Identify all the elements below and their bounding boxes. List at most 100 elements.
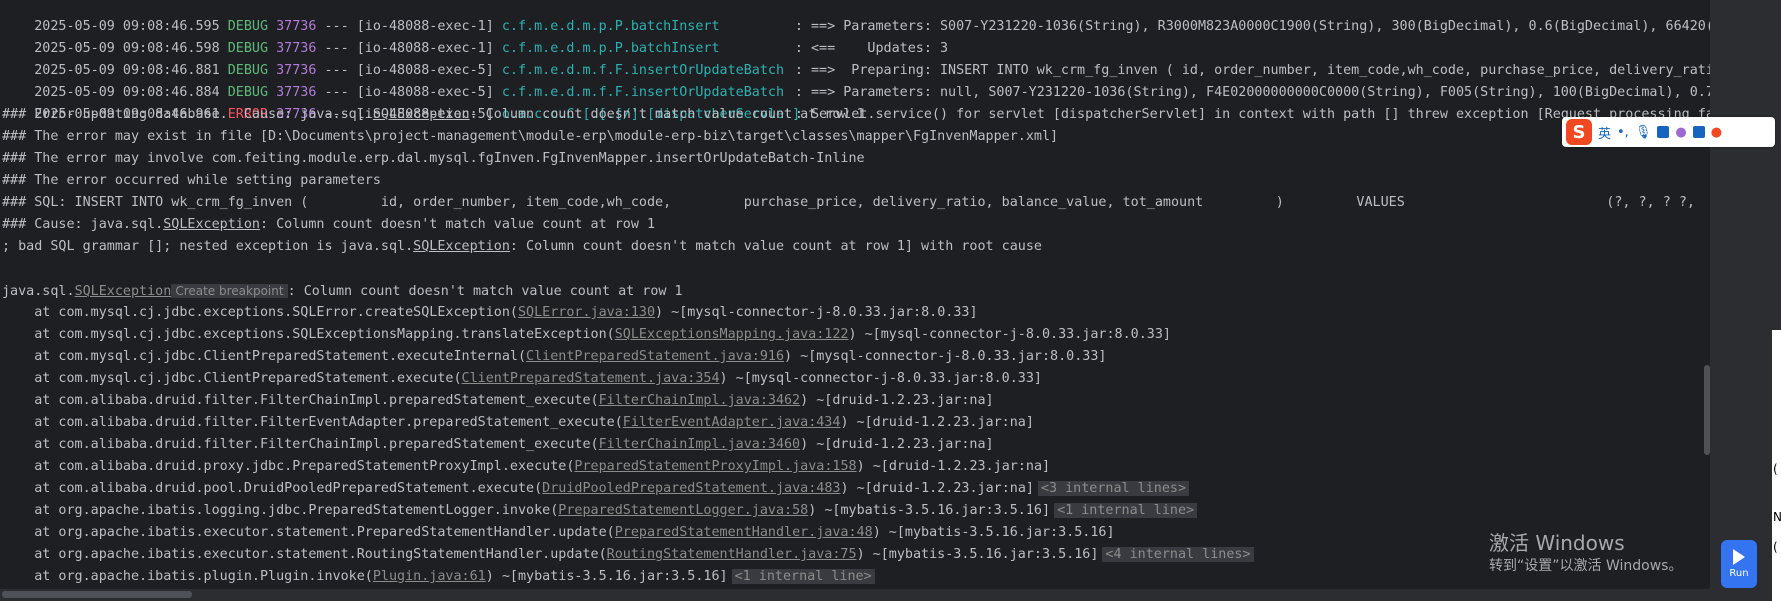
edge-glyph: ( (1773, 462, 1778, 476)
frame-jar: ) ~[mybatis-3.5.16.jar:3.5.16] (856, 547, 1099, 562)
play-icon (1733, 549, 1745, 565)
mascot-icon[interactable]: ● (1711, 125, 1722, 140)
frame-method: at com.mysql.cj.jdbc.exceptions.SQLExcep… (2, 327, 615, 342)
activate-windows-subtitle: 转到“设置”以激活 Windows。 (1489, 558, 1683, 574)
horizontal-scrollbar-thumb[interactable] (2, 591, 192, 598)
horizontal-scrollbar[interactable] (0, 589, 1710, 601)
toolbox-icon[interactable] (1692, 126, 1705, 138)
error-text: : Column count doesn't match value count… (260, 217, 656, 232)
error-text: : Column count doesn't match value count… (509, 239, 1042, 254)
exception-header: java.sql.SQLException Create breakpoint: … (2, 280, 683, 302)
source-link[interactable]: SQLExceptionsMapping.java:122 (615, 327, 849, 342)
frame-jar: ) ~[mysql-connector-j-8.0.33.jar:8.0.33] (784, 349, 1107, 364)
error-text: ### Error updating database. Cause: java… (2, 107, 373, 122)
internal-lines-fold[interactable]: <3 internal lines> (1037, 481, 1190, 496)
source-link[interactable]: SQLError.java:130 (518, 305, 655, 320)
stack-frame: at com.mysql.cj.jdbc.exceptions.SQLExcep… (2, 324, 1171, 346)
frame-method: at com.mysql.cj.jdbc.ClientPreparedState… (2, 349, 527, 364)
keyboard-icon[interactable] (1657, 126, 1670, 138)
frame-jar: ) ~[druid-1.2.23.jar:na] (800, 437, 994, 452)
frame-method: at com.alibaba.druid.filter.FilterEventA… (2, 415, 623, 430)
log-line: 2025-05-09 09:08:46.598 DEBUG 37736 --- … (2, 16, 948, 56)
exception-class[interactable]: SQLException (413, 239, 510, 254)
ime-language-toggle[interactable]: 英 (1598, 123, 1611, 142)
edge-glyph: ( (1773, 540, 1778, 554)
stack-frame: at com.mysql.cj.jdbc.ClientPreparedState… (2, 368, 1042, 390)
skin-icon[interactable]: ● (1675, 125, 1686, 140)
source-link[interactable]: ClientPreparedStatement.java:916 (526, 349, 784, 364)
source-link[interactable]: FilterEventAdapter.java:434 (623, 415, 841, 430)
source-link[interactable]: DruidPooledPreparedStatement.java:483 (542, 481, 840, 496)
frame-method: at org.apache.ibatis.plugin.Plugin.invok… (2, 569, 373, 584)
exception-class[interactable]: SQLException (163, 217, 260, 232)
stack-frame: at com.alibaba.druid.filter.FilterChainI… (2, 390, 994, 412)
error-line: ### The error may involve com.feiting.mo… (2, 151, 865, 166)
stack-frame: at org.apache.ibatis.executor.statement.… (2, 544, 1254, 566)
frame-jar: ) ~[druid-1.2.23.jar:na] (800, 393, 994, 408)
frame-method: at com.alibaba.druid.filter.FilterChainI… (2, 437, 599, 452)
stack-frame: at org.apache.ibatis.plugin.Plugin.invok… (2, 566, 875, 588)
error-line: ### Cause: java.sql.SQLException: Column… (2, 214, 655, 236)
frame-method: at com.mysql.cj.jdbc.exceptions.SQLError… (2, 305, 518, 320)
run-button-label: Run (1729, 568, 1749, 579)
error-line: ; bad SQL grammar []; nested exception i… (2, 236, 1042, 258)
frame-jar: ) ~[mybatis-3.5.16.jar:3.5.16] (485, 569, 728, 584)
error-text: : Column count doesn't match value count… (469, 107, 865, 122)
stack-frame: at org.apache.ibatis.executor.statement.… (2, 522, 1115, 544)
internal-lines-fold[interactable]: <4 internal lines> (1102, 547, 1254, 562)
ime-punctuation-toggle[interactable]: •, (1617, 125, 1629, 140)
frame-method: at org.apache.ibatis.logging.jdbc.Prepar… (2, 503, 559, 518)
create-breakpoint-hint[interactable]: Create breakpoint (171, 284, 288, 298)
frame-jar: ) ~[mysql-connector-j-8.0.33.jar:8.0.33] (719, 371, 1042, 386)
source-link[interactable]: PreparedStatementHandler.java:48 (615, 525, 873, 540)
activate-windows-title: 激活 Windows (1489, 531, 1625, 555)
microphone-icon[interactable]: 🎙 (1635, 125, 1652, 140)
exception-class[interactable]: SQLException (373, 107, 470, 122)
frame-jar: ) ~[mysql-connector-j-8.0.33.jar:8.0.33] (848, 327, 1171, 342)
exception-package: java.sql. (2, 284, 75, 299)
frame-method: at org.apache.ibatis.executor.statement.… (2, 525, 615, 540)
stack-frame: at com.alibaba.druid.filter.FilterEventA… (2, 412, 1034, 434)
source-link[interactable]: FilterChainImpl.java:3460 (599, 437, 801, 452)
source-link[interactable]: ClientPreparedStatement.java:354 (462, 371, 720, 386)
source-link[interactable]: PreparedStatementProxyImpl.java:158 (574, 459, 856, 474)
internal-lines-fold[interactable]: <1 internal line> (1054, 503, 1198, 518)
stack-frame: at com.alibaba.druid.filter.FilterChainI… (2, 434, 994, 456)
sogou-logo-icon[interactable]: S (1566, 119, 1592, 145)
run-button[interactable]: Run (1721, 540, 1757, 588)
stack-frame: at org.apache.ibatis.logging.jdbc.Prepar… (2, 500, 1198, 522)
right-tool-strip (1710, 0, 1781, 601)
exception-class-link[interactable]: SQLException (75, 284, 172, 299)
frame-method: at com.alibaba.druid.proxy.jdbc.Prepared… (2, 459, 575, 474)
error-text: ### Cause: java.sql. (2, 217, 164, 232)
log-line: 2025-05-09 09:08:46.881 DEBUG 37736 --- … (2, 38, 1710, 78)
edge-glyph: N (1773, 510, 1781, 524)
frame-method: at com.alibaba.druid.filter.FilterChainI… (2, 393, 599, 408)
frame-jar: ) ~[mysql-connector-j-8.0.33.jar:8.0.33] (655, 305, 978, 320)
internal-lines-fold[interactable]: <1 internal line> (731, 569, 875, 584)
ime-toolbar[interactable]: S 英 •, 🎙 ● ● (1562, 117, 1775, 147)
frame-jar: ) ~[druid-1.2.23.jar:na] (840, 415, 1034, 430)
frame-method: at com.alibaba.druid.pool.DruidPooledPre… (2, 481, 543, 496)
console-output[interactable]: 2025-05-09 09:08:46.595 DEBUG 37736 --- … (0, 0, 1710, 601)
sql-line: ### SQL: INSERT INTO wk_crm_fg_inven ( i… (2, 195, 1695, 210)
frame-jar: ) ~[druid-1.2.23.jar:na] (840, 481, 1034, 496)
error-text: ; bad SQL grammar []; nested exception i… (2, 239, 414, 254)
exception-message: : Column count doesn't match value count… (287, 284, 683, 299)
log-line: 2025-05-09 09:08:46.961 ERROR 37736 --- … (2, 82, 1710, 122)
source-link[interactable]: RoutingStatementHandler.java:75 (607, 547, 857, 562)
log-line: 2025-05-09 09:08:46.595 DEBUG 37736 --- … (2, 0, 1710, 34)
stack-frame: at com.alibaba.druid.proxy.jdbc.Prepared… (2, 456, 1050, 478)
error-line: ### The error occurred while setting par… (2, 173, 381, 188)
stack-frame: at com.mysql.cj.jdbc.ClientPreparedState… (2, 346, 1107, 368)
error-line: ### The error may exist in file [D:\Docu… (2, 129, 1059, 144)
source-link[interactable]: FilterChainImpl.java:3462 (599, 393, 801, 408)
frame-jar: ) ~[druid-1.2.23.jar:na] (856, 459, 1051, 474)
source-link[interactable]: PreparedStatementLogger.java:58 (558, 503, 808, 518)
source-link[interactable]: Plugin.java:61 (373, 569, 486, 584)
log-line: 2025-05-09 09:08:46.884 DEBUG 37736 --- … (2, 60, 1710, 100)
frame-jar: ) ~[mybatis-3.5.16.jar:3.5.16] (808, 503, 1051, 518)
stack-frame: at com.mysql.cj.jdbc.exceptions.SQLError… (2, 302, 978, 324)
frame-jar: ) ~[mybatis-3.5.16.jar:3.5.16] (872, 525, 1115, 540)
frame-method: at org.apache.ibatis.executor.statement.… (2, 547, 607, 562)
